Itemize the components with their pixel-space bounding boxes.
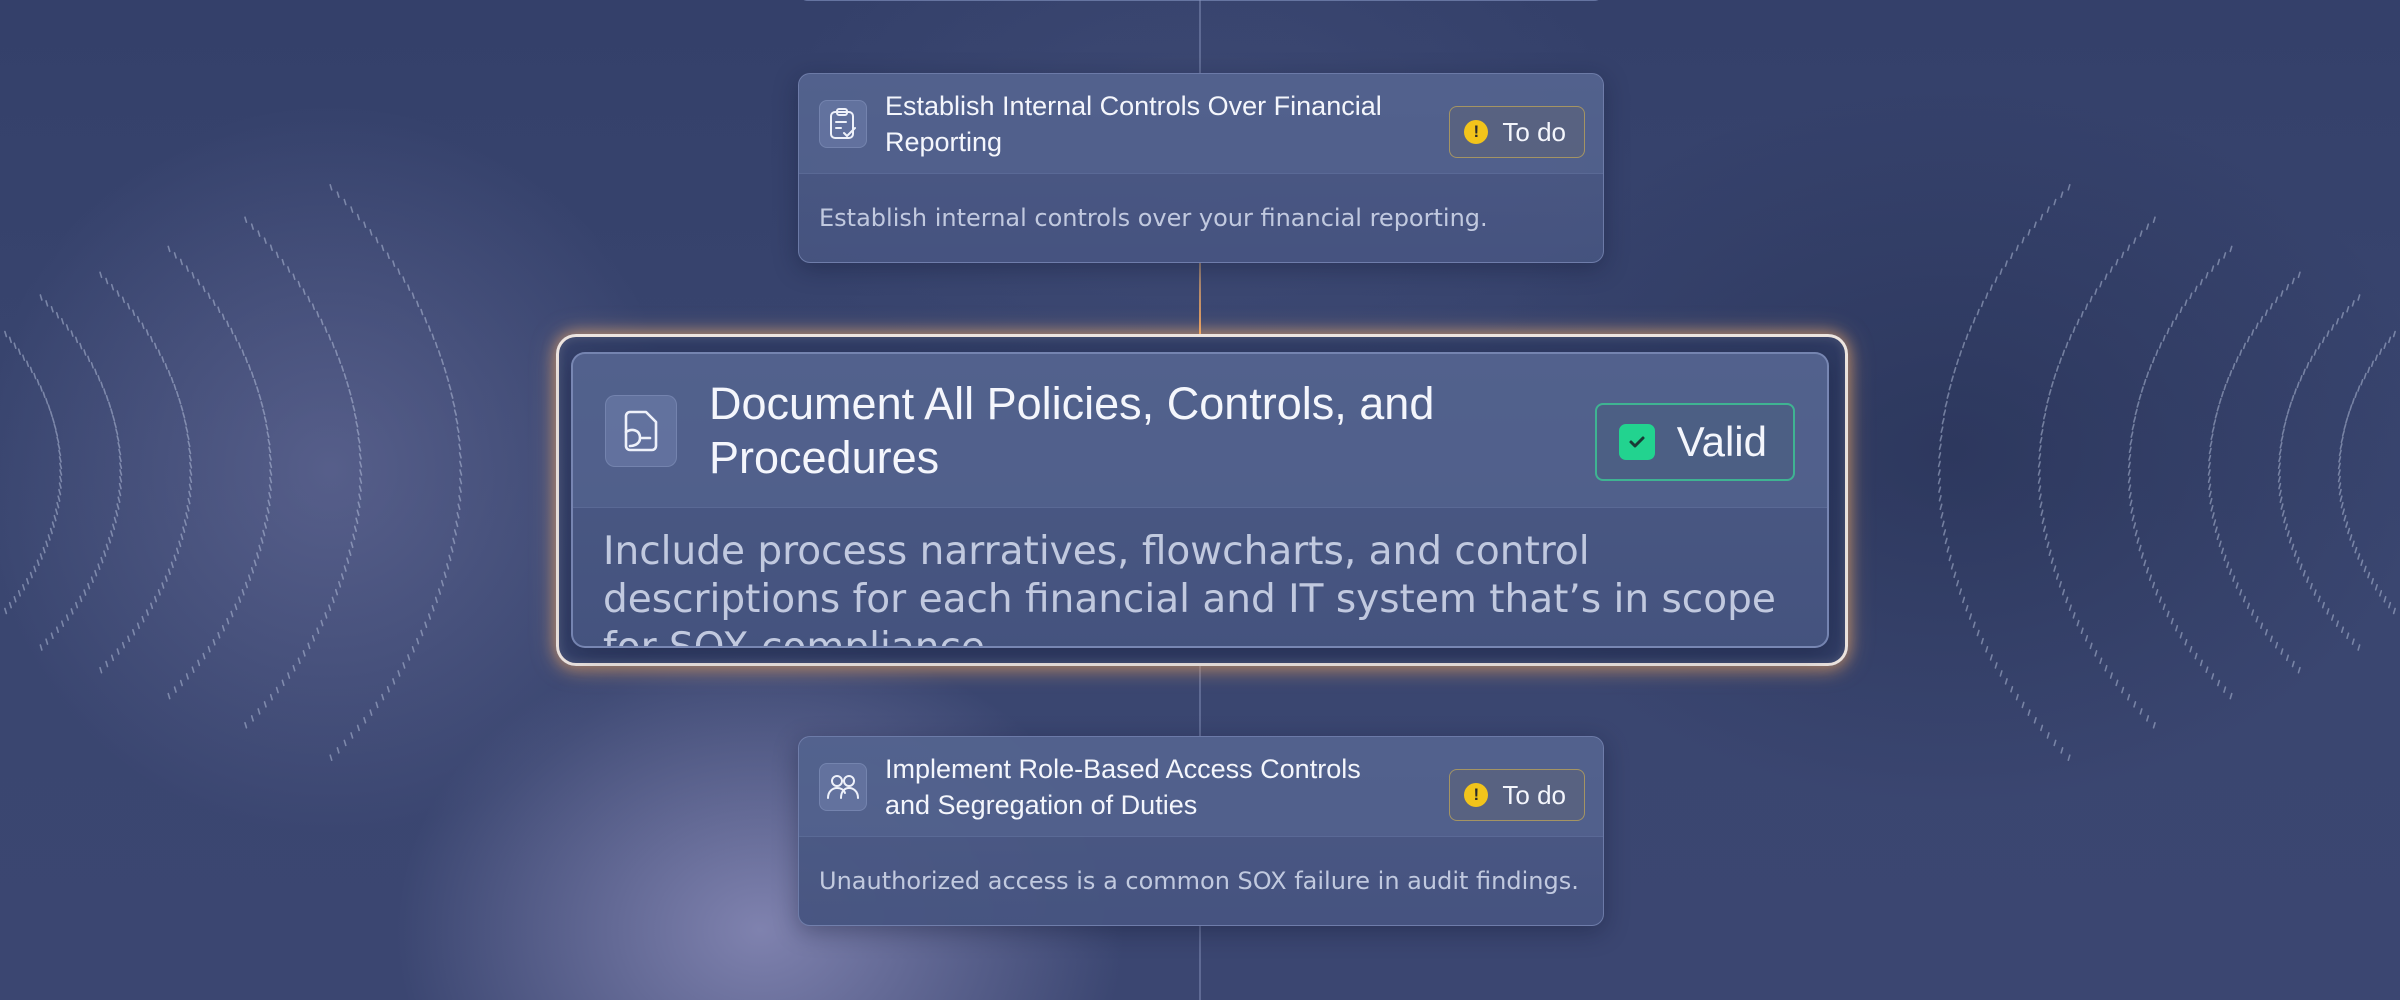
connector-line-top — [1199, 0, 1201, 73]
connector-line-1 — [1199, 262, 1201, 334]
step-title: Document All Policies, Controls, and Pro… — [709, 377, 1435, 483]
step-card-header: Document All Policies, Controls, and Pro… — [573, 354, 1827, 508]
status-label: To do — [1502, 116, 1566, 147]
status-label: To do — [1502, 779, 1566, 810]
previous-step-card-edge — [798, 0, 1604, 1]
step-card-role-based-access[interactable]: Implement Role-Based Access Controls and… — [798, 736, 1604, 926]
step-description: Include process narratives, flowcharts, … — [603, 529, 1776, 648]
connector-line-2 — [1199, 666, 1201, 737]
document-icon — [605, 394, 677, 467]
step-title: Establish Internal Controls Over Financi… — [885, 90, 1382, 157]
clipboard-check-icon — [819, 99, 867, 148]
users-icon — [819, 762, 867, 811]
step-card-header: Implement Role-Based Access Controls and… — [799, 737, 1603, 837]
status-badge-valid: Valid — [1594, 403, 1795, 481]
exclamation-circle-icon: ! — [1464, 783, 1489, 807]
step-card-document-policies[interactable]: Document All Policies, Controls, and Pro… — [571, 352, 1829, 648]
check-icon — [1618, 424, 1655, 460]
status-label: Valid — [1676, 418, 1767, 465]
step-description: Unauthorized access is a common SOX fail… — [819, 867, 1579, 895]
step-card-internal-controls[interactable]: Establish Internal Controls Over Financi… — [798, 73, 1604, 263]
step-title: Implement Role-Based Access Controls and… — [885, 753, 1361, 820]
status-badge-todo: ! To do — [1449, 769, 1585, 821]
step-card-header: Establish Internal Controls Over Financi… — [799, 74, 1603, 174]
step-description: Establish internal controls over your fi… — [819, 204, 1488, 232]
connector-line-bottom — [1199, 925, 1201, 1000]
status-badge-todo: ! To do — [1449, 106, 1585, 158]
exclamation-circle-icon: ! — [1464, 120, 1489, 144]
